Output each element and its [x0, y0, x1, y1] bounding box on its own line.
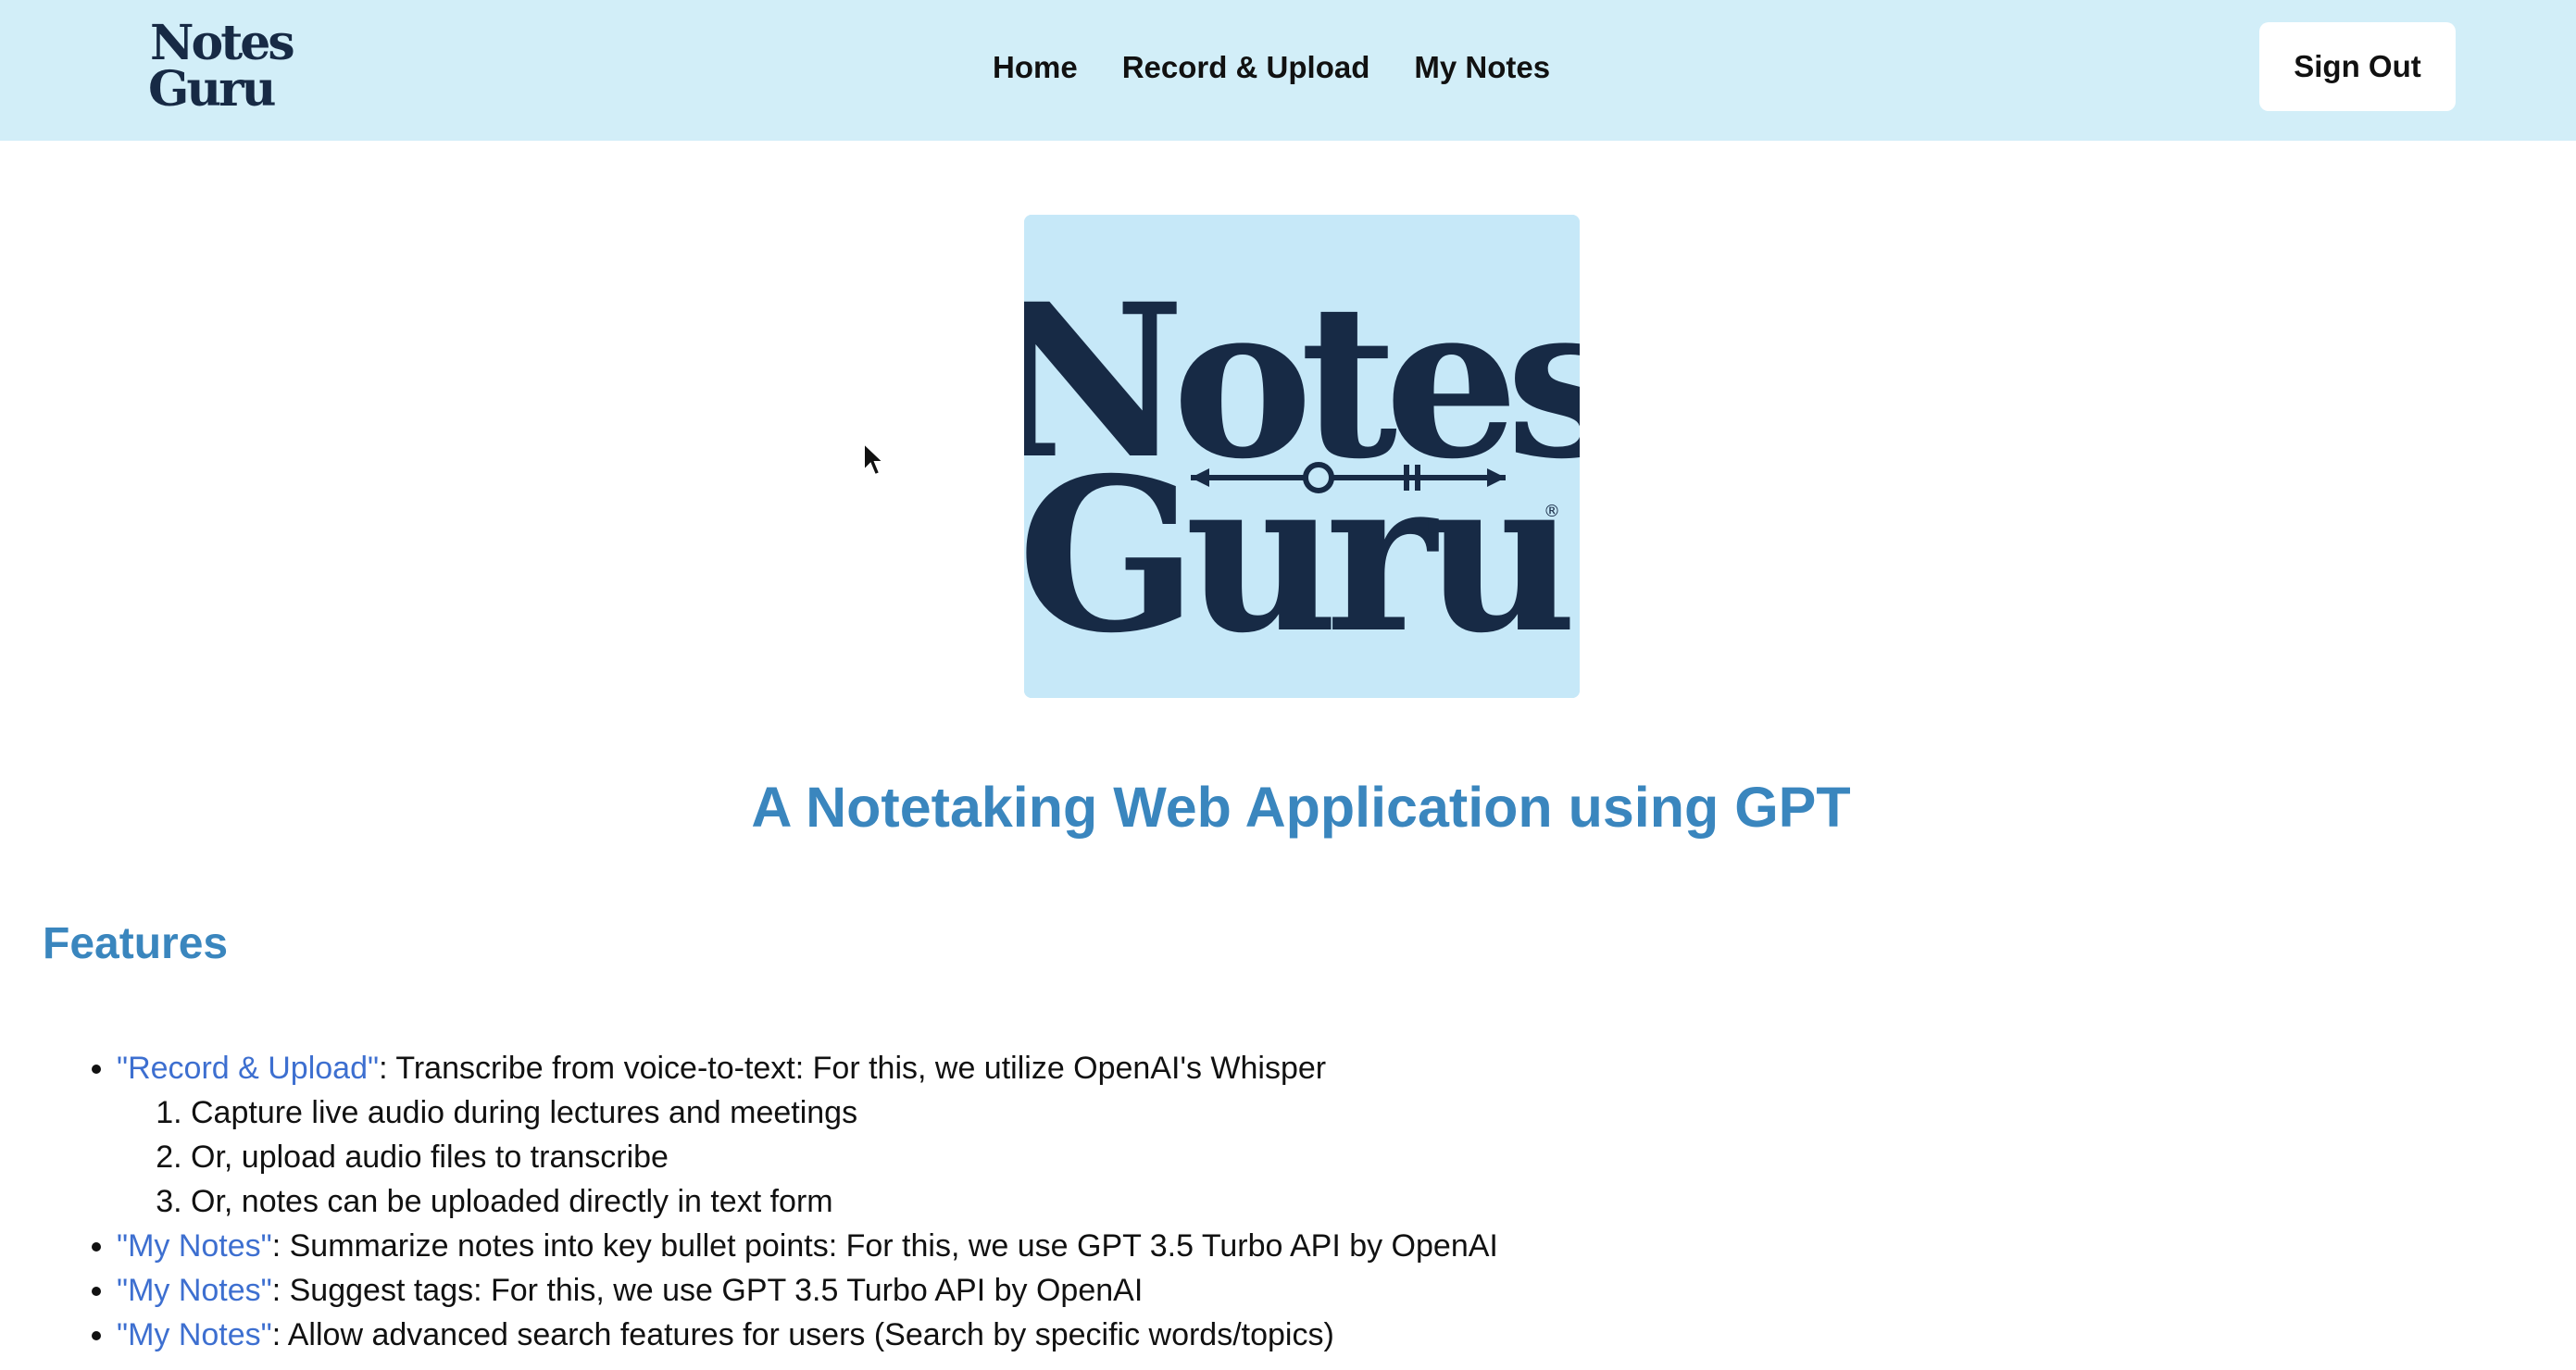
feature-link-my-notes[interactable]: "My Notes": [117, 1228, 272, 1264]
hero-logo-image: Notes Guru ®: [1024, 215, 1580, 698]
top-navbar: Notes Guru Home Record & Upload My Notes…: [0, 0, 2576, 141]
brand-logo[interactable]: Notes Guru: [144, 19, 295, 118]
feature-subitem: Capture live audio during lectures and m…: [191, 1090, 2576, 1135]
mouse-cursor-icon: [863, 442, 885, 477]
notes-guru-logo-icon: Notes Guru ®: [1024, 215, 1580, 698]
nav-link-my-notes[interactable]: My Notes: [1414, 46, 1550, 89]
hero-logo-line2: Guru: [1024, 431, 1569, 679]
feature-subitem: Or, notes can be uploaded directly in te…: [191, 1179, 2576, 1224]
nav-link-home[interactable]: Home: [993, 46, 1078, 89]
feature-item-record-upload: "Record & Upload": Transcribe from voice…: [117, 1046, 2576, 1224]
feature-link-my-notes[interactable]: "My Notes": [117, 1317, 272, 1352]
feature-text: : Allow advanced search features for use…: [271, 1317, 1334, 1352]
feature-item-search: "My Notes": Allow advanced search featur…: [117, 1313, 2576, 1357]
feature-link-record-upload[interactable]: "Record & Upload": [117, 1051, 379, 1086]
features-heading: Features: [43, 919, 229, 968]
main-nav: Home Record & Upload My Notes: [993, 46, 1594, 89]
brand-logo-line2: Guru: [148, 61, 276, 118]
feature-item-summarize: "My Notes": Summarize notes into key bul…: [117, 1224, 2576, 1268]
registered-mark: ®: [1544, 502, 1560, 521]
feature-text: : Transcribe from voice-to-text: For thi…: [379, 1051, 1327, 1086]
feature-link-my-notes[interactable]: "My Notes": [117, 1273, 272, 1308]
sign-out-button[interactable]: Sign Out: [2259, 22, 2456, 111]
feature-subitem: Or, upload audio files to transcribe: [191, 1135, 2576, 1179]
nav-link-record-upload[interactable]: Record & Upload: [1122, 46, 1370, 89]
page-subtitle: A Notetaking Web Application using GPT: [751, 776, 1851, 839]
brand-logo-line1: Notes: [150, 15, 295, 71]
feature-text: : Suggest tags: For this, we use GPT 3.5…: [271, 1273, 1144, 1308]
feature-item-tags: "My Notes": Suggest tags: For this, we u…: [117, 1268, 2576, 1313]
feature-text: : Summarize notes into key bullet points…: [271, 1228, 1498, 1264]
features-list: "Record & Upload": Transcribe from voice…: [0, 1046, 2576, 1357]
